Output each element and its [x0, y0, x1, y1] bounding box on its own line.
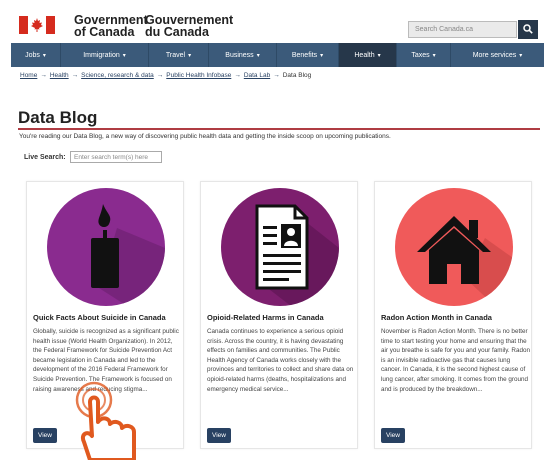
card-summary: Canada continues to experience a serious… — [207, 328, 354, 393]
breadcrumb-home[interactable]: Home — [20, 72, 37, 79]
canada-flag-logo[interactable] — [19, 16, 55, 34]
candle-icon[interactable] — [47, 188, 165, 306]
maple-leaf-icon — [31, 18, 43, 32]
live-search-label: Live Search: — [24, 154, 66, 161]
chevron-down-icon: ▾ — [320, 52, 324, 59]
breadcrumb-data-lab[interactable]: Data Lab — [244, 72, 270, 79]
view-button[interactable]: View — [381, 428, 405, 443]
arrow-right-icon: → — [156, 72, 164, 79]
card-title[interactable]: Quick Facts About Suicide in Canada — [33, 313, 166, 322]
menu-item-travel[interactable]: Travel ▾ — [149, 43, 209, 67]
search-button[interactable] — [518, 20, 538, 39]
menu-item-immigration[interactable]: Immigration ▾ — [61, 43, 149, 67]
document-icon[interactable] — [221, 188, 339, 306]
breadcrumb: Home → Health → Science, research & data → Pub… — [20, 72, 311, 79]
chevron-down-icon: ▾ — [432, 52, 436, 59]
menu-item-taxes[interactable]: Taxes ▾ — [397, 43, 451, 67]
page-title: Data Blog — [18, 108, 98, 127]
title-divider — [18, 128, 540, 130]
chevron-down-icon: ▾ — [122, 52, 126, 59]
card-summary: November is Radon Action Month. There is… — [381, 328, 530, 393]
chevron-down-icon: ▾ — [42, 52, 46, 59]
arrow-right-icon: → — [40, 72, 47, 79]
chevron-down-icon: ▾ — [256, 52, 260, 59]
breadcrumb-health[interactable]: Health — [50, 72, 69, 79]
chevron-down-icon: ▾ — [188, 52, 192, 59]
site-header: Government of Canada Gouvernement du Can… — [0, 0, 549, 42]
chevron-down-icon: ▾ — [519, 52, 523, 59]
menu-item-jobs[interactable]: Jobs ▾ — [11, 43, 61, 67]
view-button[interactable]: View — [33, 428, 57, 443]
menu-item-health[interactable]: Health ▾ — [339, 43, 397, 67]
menu-item-business[interactable]: Business ▾ — [209, 43, 277, 67]
blog-card-opioid: Opioid-Related Harms in Canada Canada co… — [200, 181, 358, 449]
government-name-en: Government of Canada — [74, 13, 148, 39]
breadcrumb-science-research-data[interactable]: Science, research & data — [81, 72, 154, 79]
card-title[interactable]: Radon Action Month in Canada — [381, 313, 492, 322]
card-title[interactable]: Opioid-Related Harms in Canada — [207, 313, 324, 322]
house-icon[interactable] — [395, 188, 513, 306]
arrow-right-icon: → — [71, 72, 79, 79]
blog-card-radon: Radon Action Month in Canada November is… — [374, 181, 532, 449]
live-search-input[interactable]: Enter search term(s) here — [70, 151, 162, 163]
site-search-input[interactable]: Search Canada.ca — [408, 21, 517, 38]
breadcrumb-current: Data Blog — [282, 72, 312, 79]
breadcrumb-public-health-infobase[interactable]: Public Health Infobase — [166, 72, 231, 79]
menu-item-more-services[interactable]: More services ▾ — [451, 43, 544, 67]
chevron-down-icon: ▾ — [377, 52, 381, 59]
arrow-right-icon: → — [234, 72, 241, 79]
menu-item-benefits[interactable]: Benefits ▾ — [277, 43, 339, 67]
view-button[interactable]: View — [207, 428, 231, 443]
government-name-fr: Gouvernement du Canada — [145, 13, 234, 39]
page-intro: You're reading our Data Blog, a new way … — [19, 133, 391, 140]
card-summary: Globally, suicide is recognized as a sig… — [33, 328, 179, 393]
blog-card-suicide: Quick Facts About Suicide in Canada Glob… — [26, 181, 184, 449]
search-icon — [523, 24, 533, 34]
main-menu: Jobs ▾ Immigration ▾ Travel ▾ Business ▾ Ben… — [11, 43, 544, 67]
arrow-right-icon: → — [273, 72, 280, 79]
